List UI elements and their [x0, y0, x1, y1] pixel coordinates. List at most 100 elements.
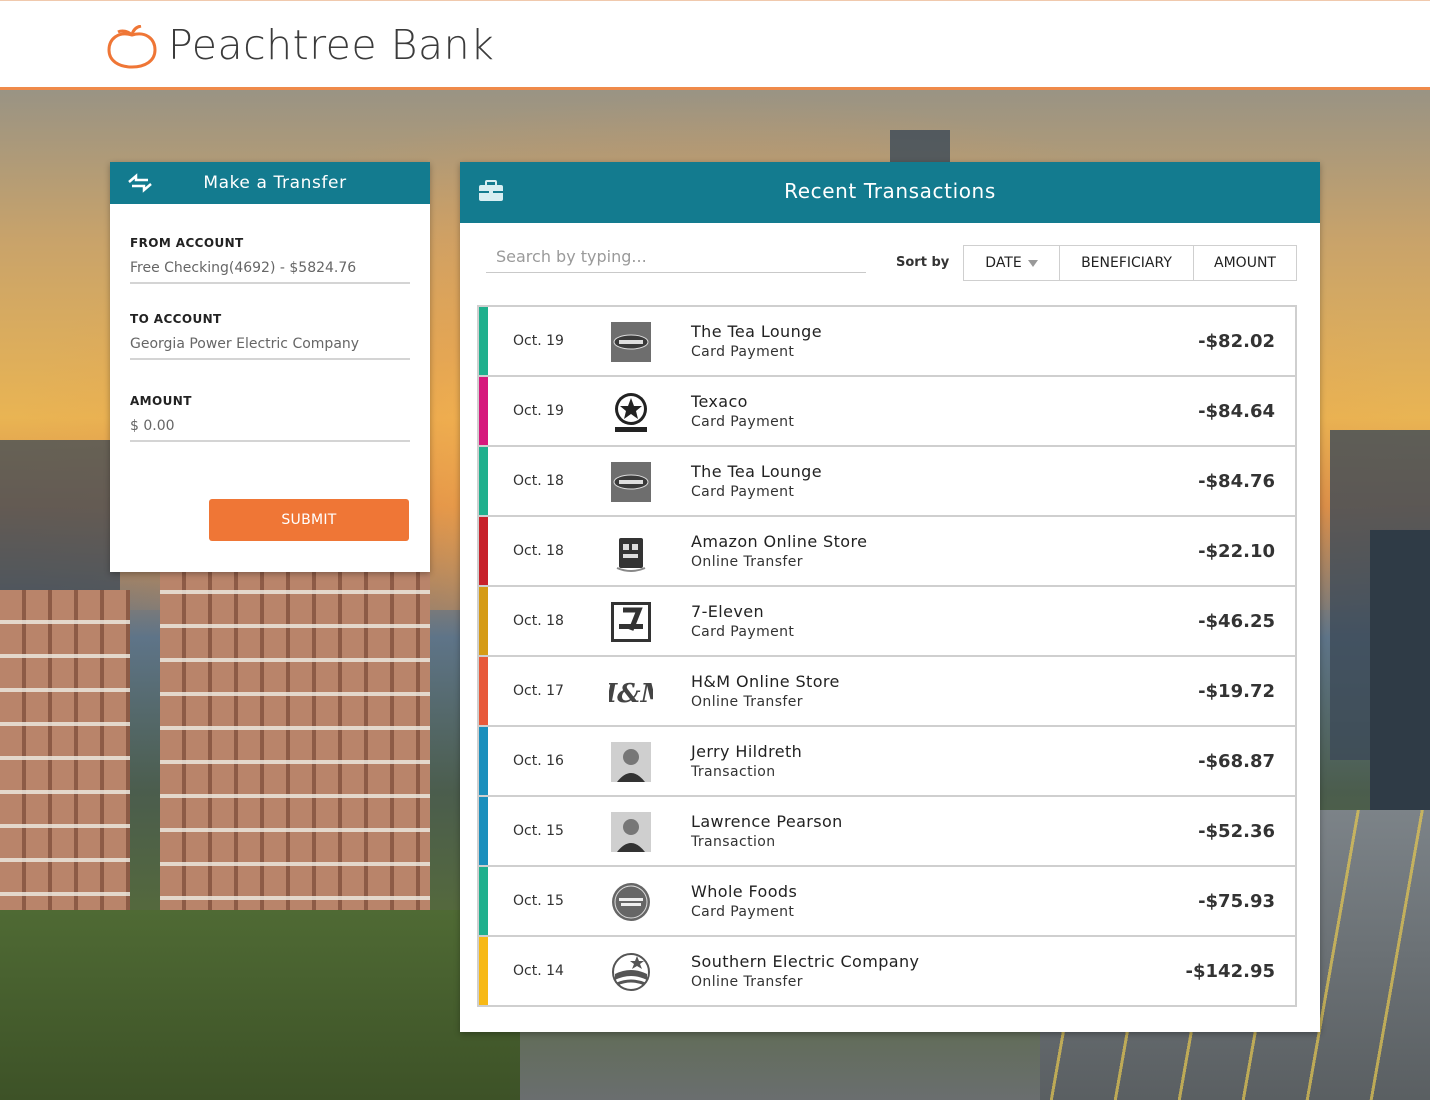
transaction-amount: -$82.02 — [1198, 331, 1275, 352]
transaction-date: Oct. 15 — [513, 823, 564, 839]
site-header: Peachtree Bank — [0, 0, 1430, 90]
category-color-bar — [479, 517, 488, 585]
sort-beneficiary-button[interactable]: BENEFICIARY — [1060, 246, 1194, 280]
transaction-row[interactable]: Oct. 18 7-Eleven Card Payment -$46.25 — [479, 587, 1295, 657]
transaction-amount: -$68.87 — [1198, 751, 1275, 772]
category-color-bar — [479, 937, 488, 1005]
transfer-panel-title: Make a Transfer — [203, 173, 347, 193]
person-photo — [611, 812, 651, 852]
transaction-amount: -$52.36 — [1198, 821, 1275, 842]
amount-input[interactable] — [130, 418, 410, 442]
transaction-date: Oct. 19 — [513, 403, 564, 419]
to-account-input[interactable] — [130, 336, 410, 360]
texaco-logo — [615, 393, 647, 432]
sort-beneficiary-label: BENEFICIARY — [1081, 255, 1172, 271]
transaction-date: Oct. 18 — [513, 613, 564, 629]
from-account-input[interactable] — [130, 260, 410, 284]
transaction-type: Card Payment — [691, 624, 795, 640]
make-transfer-panel: Make a Transfer FROM ACCOUNT TO ACCOUNT … — [110, 162, 430, 572]
transaction-type: Online Transfer — [691, 694, 803, 710]
to-account-label: TO ACCOUNT — [130, 312, 222, 326]
merchant-name: Lawrence Pearson — [691, 812, 843, 831]
skyline-building — [1370, 530, 1430, 830]
sort-date-button[interactable]: DATE — [964, 246, 1060, 280]
transaction-type: Card Payment — [691, 904, 795, 920]
transaction-amount: -$142.95 — [1185, 961, 1275, 982]
transaction-date: Oct. 15 — [513, 893, 564, 909]
category-color-bar — [479, 587, 488, 655]
sort-options: DATE BENEFICIARY AMOUNT — [963, 245, 1297, 281]
transaction-amount: -$22.10 — [1198, 541, 1275, 562]
tea-lounge-logo — [611, 462, 651, 502]
transaction-amount: -$46.25 — [1198, 611, 1275, 632]
transaction-row[interactable]: Oct. 19 Texaco Card Payment -$84.64 — [479, 377, 1295, 447]
merchant-name: Texaco — [691, 392, 748, 411]
transaction-type: Transaction — [691, 764, 776, 780]
transaction-type: Online Transfer — [691, 974, 803, 990]
apartment-building — [160, 560, 430, 920]
category-color-bar — [479, 307, 488, 375]
transaction-date: Oct. 19 — [513, 333, 564, 349]
grass-hill — [0, 910, 520, 1100]
category-color-bar — [479, 727, 488, 795]
amazon-logo — [616, 538, 646, 572]
transaction-list: Oct. 19 The Tea Lounge Card Payment -$82.02… — [477, 305, 1297, 1007]
brand-name[interactable]: Peachtree Bank — [168, 21, 494, 69]
transaction-row[interactable]: Oct. 14 Southern Electric Company Online T… — [479, 937, 1295, 1005]
from-account-label: FROM ACCOUNT — [130, 236, 244, 250]
sort-by-label: Sort by — [896, 255, 950, 270]
seven-eleven-logo — [611, 602, 651, 642]
transaction-date: Oct. 16 — [513, 753, 564, 769]
transaction-amount: -$84.64 — [1198, 401, 1275, 422]
category-color-bar — [479, 867, 488, 935]
merchant-name: Amazon Online Store — [691, 532, 868, 551]
tea-lounge-logo — [611, 322, 651, 362]
category-color-bar — [479, 797, 488, 865]
transaction-type: Transaction — [691, 834, 776, 850]
merchant-name: Whole Foods — [691, 882, 798, 901]
recent-transactions-panel: Recent Transactions Sort by DATE BENEFIC… — [460, 162, 1320, 1032]
hm-logo: H&M — [609, 679, 653, 709]
from-account-field: FROM ACCOUNT — [130, 236, 410, 284]
svg-text:H&M: H&M — [609, 679, 653, 709]
transaction-row[interactable]: Oct. 15 Whole Foods Card Payment -$75.93 — [479, 867, 1295, 937]
category-color-bar — [479, 377, 488, 445]
transaction-amount: -$84.76 — [1198, 471, 1275, 492]
submit-button[interactable]: SUBMIT — [209, 499, 409, 541]
transfer-panel-header: Make a Transfer — [110, 162, 430, 204]
person-photo — [611, 742, 651, 782]
transaction-row[interactable]: Oct. 15 Lawrence Pearson Transaction -$52.3… — [479, 797, 1295, 867]
category-color-bar — [479, 447, 488, 515]
transaction-type: Card Payment — [691, 414, 795, 430]
to-account-field: TO ACCOUNT — [130, 312, 410, 360]
whole-foods-logo — [612, 883, 650, 921]
transaction-row[interactable]: Oct. 18 Amazon Online Store Online Transfe… — [479, 517, 1295, 587]
transaction-date: Oct. 18 — [513, 473, 564, 489]
transaction-amount: -$75.93 — [1198, 891, 1275, 912]
transaction-row[interactable]: Oct. 19 The Tea Lounge Card Payment -$82.02 — [479, 307, 1295, 377]
transactions-panel-title: Recent Transactions — [784, 179, 996, 203]
merchant-name: The Tea Lounge — [691, 322, 822, 341]
merchant-name: Southern Electric Company — [691, 952, 920, 971]
transaction-row[interactable]: Oct. 17 H&M H&M Online Store Online Transfe… — [479, 657, 1295, 727]
search-input[interactable] — [486, 247, 866, 273]
caret-down-icon — [1027, 259, 1038, 267]
transaction-type: Card Payment — [691, 344, 795, 360]
transaction-row[interactable]: Oct. 18 The Tea Lounge Card Payment -$84.76 — [479, 447, 1295, 517]
sort-date-label: DATE — [985, 255, 1022, 271]
transaction-type: Card Payment — [691, 484, 795, 500]
sort-amount-button[interactable]: AMOUNT — [1194, 246, 1296, 280]
transaction-date: Oct. 18 — [513, 543, 564, 559]
transaction-date: Oct. 14 — [513, 963, 564, 979]
southern-electric-logo — [612, 953, 650, 991]
category-color-bar — [479, 657, 488, 725]
transaction-date: Oct. 17 — [513, 683, 564, 699]
merchant-name: Jerry Hildreth — [691, 742, 803, 761]
transactions-panel-header: Recent Transactions — [460, 162, 1320, 223]
merchant-name: H&M Online Store — [691, 672, 840, 691]
transaction-type: Online Transfer — [691, 554, 803, 570]
transaction-row[interactable]: Oct. 16 Jerry Hildreth Transaction -$68.87 — [479, 727, 1295, 797]
transaction-amount: -$19.72 — [1198, 681, 1275, 702]
merchant-name: The Tea Lounge — [691, 462, 822, 481]
amount-field: AMOUNT — [130, 394, 410, 442]
